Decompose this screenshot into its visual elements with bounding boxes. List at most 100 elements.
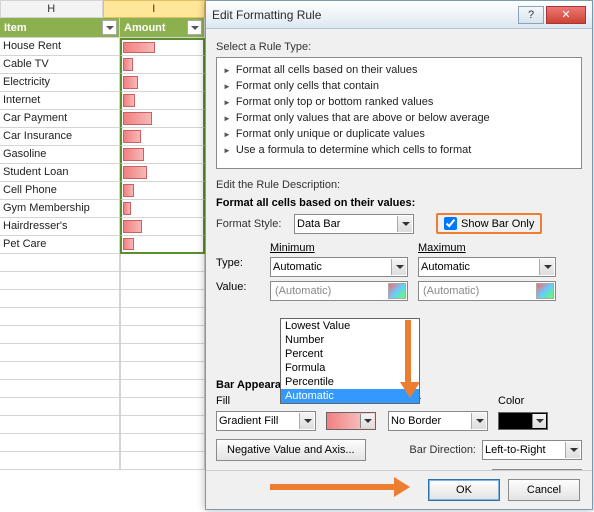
dropdown-option[interactable]: Formula	[281, 361, 419, 375]
data-bar	[123, 202, 131, 215]
fill-color-picker[interactable]	[326, 412, 376, 430]
filter-dropdown-icon[interactable]	[102, 20, 117, 35]
table-row: Car Insurance	[0, 128, 205, 146]
filter-dropdown-icon[interactable]	[187, 20, 202, 35]
border-select[interactable]: No Border	[388, 411, 488, 431]
cell-item[interactable]: Cable TV	[0, 56, 120, 74]
cell-amount[interactable]	[120, 236, 205, 254]
cell-item[interactable]: House Rent	[0, 38, 120, 56]
cell-amount[interactable]	[120, 110, 205, 128]
cell-item[interactable]: Gym Membership	[0, 200, 120, 218]
table-row	[0, 380, 205, 398]
table-row: Electricity	[0, 74, 205, 92]
data-bar	[123, 148, 144, 161]
table-row: Pet Care	[0, 236, 205, 254]
table-row	[0, 362, 205, 380]
dropdown-option[interactable]: Lowest Value	[281, 319, 419, 333]
show-bar-only-container: Show Bar Only	[436, 213, 542, 234]
cell-item[interactable]: Gasoline	[0, 146, 120, 164]
table-row	[0, 398, 205, 416]
cell-amount[interactable]	[120, 182, 205, 200]
cell-amount[interactable]	[120, 92, 205, 110]
cell-amount[interactable]	[120, 218, 205, 236]
data-bar	[123, 94, 135, 107]
cell-amount[interactable]	[120, 56, 205, 74]
range-picker-icon[interactable]	[536, 283, 554, 299]
cell-item[interactable]: Electricity	[0, 74, 120, 92]
minimum-label: Minimum	[270, 242, 412, 254]
cell-amount[interactable]	[120, 74, 205, 92]
cell-item[interactable]: Pet Care	[0, 236, 120, 254]
table-row: Cell Phone	[0, 182, 205, 200]
rule-type-item[interactable]: Format only unique or duplicate values	[219, 126, 579, 142]
cell-item[interactable]: Car Insurance	[0, 128, 120, 146]
table-row	[0, 254, 205, 272]
data-bar	[123, 76, 138, 89]
cell-amount[interactable]	[120, 146, 205, 164]
close-button[interactable]: ✕	[546, 6, 586, 24]
header-item[interactable]: Item	[0, 18, 120, 38]
bar-direction-select[interactable]: Left-to-Right	[482, 440, 582, 460]
format-style-select[interactable]: Data Bar	[294, 214, 414, 234]
cell-amount[interactable]	[120, 128, 205, 146]
max-value-input[interactable]: (Automatic)	[418, 281, 556, 301]
dropdown-option[interactable]: Number	[281, 333, 419, 347]
spreadsheet: H I Item Amount House RentCable TVElectr…	[0, 0, 205, 470]
dropdown-option[interactable]: Percent	[281, 347, 419, 361]
type-label: Type:	[216, 257, 266, 269]
column-headers: H I	[0, 0, 205, 18]
cell-amount[interactable]	[120, 200, 205, 218]
chevron-down-icon	[471, 413, 486, 429]
table-row	[0, 344, 205, 362]
min-type-dropdown-list[interactable]: Lowest ValueNumberPercentFormulaPercenti…	[280, 318, 420, 404]
rule-type-item[interactable]: Format only values that are above or bel…	[219, 110, 579, 126]
table-row	[0, 452, 205, 470]
table-row: House Rent	[0, 38, 205, 56]
show-bar-only-checkbox[interactable]	[444, 217, 457, 230]
table-row	[0, 272, 205, 290]
table-row	[0, 290, 205, 308]
dialog-titlebar[interactable]: Edit Formatting Rule ? ✕	[206, 1, 592, 29]
table-row: Student Loan	[0, 164, 205, 182]
dropdown-option[interactable]: Automatic	[281, 389, 419, 403]
data-bar	[123, 58, 133, 71]
border-color-picker[interactable]	[498, 412, 548, 430]
cell-item[interactable]: Hairdresser's	[0, 218, 120, 236]
negative-value-axis-button[interactable]: Negative Value and Axis...	[216, 439, 366, 461]
fill-select[interactable]: Gradient Fill	[216, 411, 316, 431]
max-type-select[interactable]: Automatic	[418, 257, 556, 277]
rule-type-item[interactable]: Format all cells based on their values	[219, 62, 579, 78]
help-button[interactable]: ?	[518, 6, 544, 24]
border-color-label: Color	[498, 395, 524, 407]
rule-type-list[interactable]: Format all cells based on their valuesFo…	[216, 57, 582, 169]
col-header-i[interactable]: I	[103, 0, 206, 18]
range-picker-icon[interactable]	[388, 283, 406, 299]
cell-amount[interactable]	[120, 164, 205, 182]
cell-amount[interactable]	[120, 38, 205, 56]
show-bar-only-label: Show Bar Only	[461, 218, 534, 230]
table-row	[0, 326, 205, 344]
col-header-h[interactable]: H	[0, 0, 103, 18]
rule-type-item[interactable]: Format only top or bottom ranked values	[219, 94, 579, 110]
data-bar	[123, 166, 147, 179]
cell-item[interactable]: Car Payment	[0, 110, 120, 128]
data-bar	[123, 238, 134, 250]
cancel-button[interactable]: Cancel	[508, 479, 580, 501]
table-row	[0, 434, 205, 452]
cell-item[interactable]: Student Loan	[0, 164, 120, 182]
edit-description-label: Edit the Rule Description:	[216, 179, 582, 191]
rule-type-item[interactable]: Format only cells that contain	[219, 78, 579, 94]
cell-item[interactable]: Cell Phone	[0, 182, 120, 200]
min-type-select[interactable]: Automatic	[270, 257, 408, 277]
cell-item[interactable]: Internet	[0, 92, 120, 110]
header-amount[interactable]: Amount	[120, 18, 205, 38]
min-value-input[interactable]: (Automatic)	[270, 281, 408, 301]
data-bar	[123, 42, 155, 53]
rule-type-item[interactable]: Use a formula to determine which cells t…	[219, 142, 579, 158]
table-row: Cable TV	[0, 56, 205, 74]
ok-button[interactable]: OK	[428, 479, 500, 501]
table-row: Car Payment	[0, 110, 205, 128]
table-row: Internet	[0, 92, 205, 110]
dropdown-option[interactable]: Percentile	[281, 375, 419, 389]
value-label: Value:	[216, 281, 266, 293]
